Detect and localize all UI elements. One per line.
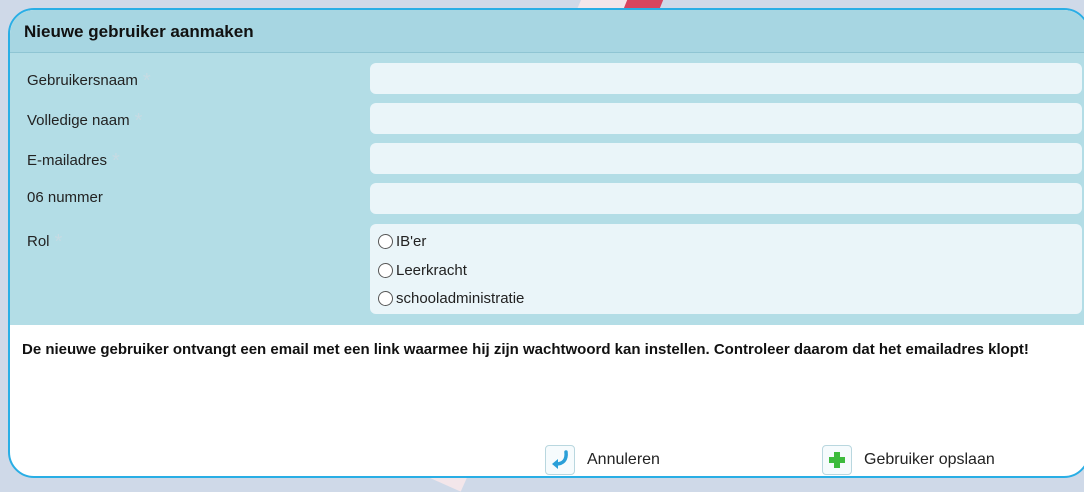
dialog-header: Nieuwe gebruiker aanmaken: [10, 10, 1084, 53]
role-option-schooladministratie[interactable]: schooladministratie: [378, 290, 524, 307]
email-field[interactable]: [370, 143, 1082, 174]
username-label: Gebruikersnaam *: [27, 70, 151, 92]
dialog-title: Nieuwe gebruiker aanmaken: [24, 22, 254, 41]
required-star-icon: *: [112, 150, 120, 172]
required-star-icon: *: [134, 110, 143, 132]
role-label: Rol *: [27, 231, 63, 253]
radio-button[interactable]: [378, 263, 393, 278]
role-radio-group: IB'er Leerkracht schooladministratie: [370, 224, 1082, 314]
radio-button[interactable]: [378, 234, 393, 249]
radio-button[interactable]: [378, 291, 393, 306]
info-text: De nieuwe gebruiker ontvangt een email m…: [22, 341, 1029, 358]
role-option-ib[interactable]: IB'er: [378, 233, 426, 250]
email-label: E-mailadres *: [27, 150, 120, 172]
new-user-dialog: Nieuwe gebruiker aanmaken Gebruikersnaam…: [8, 8, 1084, 478]
user-form: Gebruikersnaam * Volledige naam * E-mailad…: [10, 53, 1084, 325]
fullname-label: Volledige naam *: [27, 110, 143, 132]
username-field[interactable]: [370, 63, 1082, 94]
phone-field[interactable]: [370, 183, 1082, 214]
required-star-icon: *: [54, 231, 63, 253]
phone-label: 06 nummer: [27, 189, 103, 206]
role-option-leerkracht[interactable]: Leerkracht: [378, 262, 467, 279]
required-star-icon: *: [142, 70, 151, 92]
fullname-field[interactable]: [370, 103, 1082, 134]
